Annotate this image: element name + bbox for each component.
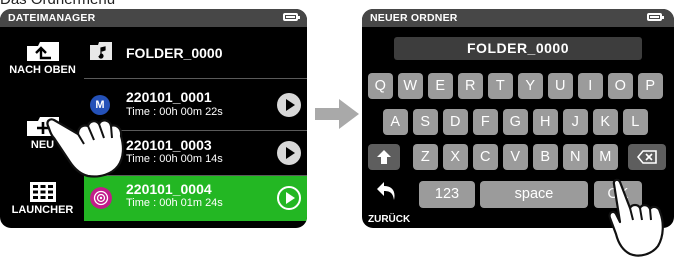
- nach-oben-button[interactable]: NACH OBEN: [5, 40, 80, 76]
- arrow-right-icon: [315, 99, 359, 129]
- key-k[interactable]: K: [593, 109, 618, 135]
- key-d[interactable]: D: [443, 109, 468, 135]
- pointing-hand-icon: [608, 178, 664, 257]
- folder-up-icon: [26, 42, 59, 61]
- folder-name-field[interactable]: FOLDER_0000: [394, 37, 642, 60]
- key-q[interactable]: Q: [368, 73, 393, 99]
- back-arrow-icon: [377, 182, 395, 200]
- key-j[interactable]: J: [563, 109, 588, 135]
- battery-level: [650, 16, 659, 18]
- play-icon[interactable]: [277, 186, 301, 210]
- key-g[interactable]: G: [503, 109, 528, 135]
- screen-title: NEUER ORDNER: [370, 12, 458, 24]
- key-s[interactable]: S: [413, 109, 438, 135]
- key-b[interactable]: B: [533, 144, 558, 170]
- screen-title: DATEIMANAGER: [8, 12, 96, 24]
- space-key[interactable]: space: [480, 181, 588, 208]
- key-y[interactable]: Y: [518, 73, 543, 99]
- key-n[interactable]: N: [563, 144, 588, 170]
- list-item-folder[interactable]: FOLDER_0000: [84, 28, 307, 79]
- key-e[interactable]: E: [428, 73, 453, 99]
- key-l[interactable]: L: [623, 109, 648, 135]
- row-time: Time : 00h 01m 24s: [126, 197, 223, 209]
- backspace-key[interactable]: [628, 144, 666, 170]
- key-m[interactable]: M: [593, 144, 618, 170]
- nach-oben-label: NACH OBEN: [9, 64, 76, 76]
- row-title: 220101_0001: [126, 89, 212, 105]
- pointing-hand-icon: [46, 118, 125, 178]
- key-p[interactable]: P: [638, 73, 663, 99]
- battery-level: [286, 16, 295, 18]
- music-folder-icon: [90, 42, 112, 60]
- grid-icon: [29, 182, 56, 202]
- key-x[interactable]: X: [443, 144, 468, 170]
- play-icon[interactable]: [277, 141, 301, 165]
- key-h[interactable]: H: [533, 109, 558, 135]
- shift-key[interactable]: [368, 144, 400, 170]
- row-title: FOLDER_0000: [126, 45, 223, 61]
- key-o[interactable]: O: [608, 73, 633, 99]
- key-i[interactable]: I: [578, 73, 603, 99]
- key-a[interactable]: A: [383, 109, 408, 135]
- key-t[interactable]: T: [488, 73, 513, 99]
- status-bar: NEUER ORDNER: [362, 9, 674, 27]
- key-c[interactable]: C: [473, 144, 498, 170]
- list-item-file-selected[interactable]: 220101_0004 Time : 00h 01m 24s: [84, 176, 307, 221]
- caption: Das Ordnermenü: [0, 0, 115, 8]
- row-title: 220101_0004: [126, 181, 212, 197]
- battery-icon: [283, 13, 300, 21]
- play-icon[interactable]: [277, 93, 301, 117]
- launcher-label: LAUNCHER: [11, 204, 74, 216]
- shift-arrow-icon: [377, 150, 391, 164]
- key-u[interactable]: U: [548, 73, 573, 99]
- back-button[interactable]: [376, 181, 398, 206]
- battery-icon: [647, 13, 664, 21]
- launcher-button[interactable]: LAUNCHER: [5, 182, 80, 216]
- backspace-icon: [637, 150, 657, 164]
- key-f[interactable]: F: [473, 109, 498, 135]
- ambisonic-badge-icon: [90, 187, 112, 209]
- zurueck-label: ZURÜCK: [368, 214, 411, 225]
- key-z[interactable]: Z: [413, 144, 438, 170]
- key-v[interactable]: V: [503, 144, 528, 170]
- key-w[interactable]: W: [398, 73, 423, 99]
- key-r[interactable]: R: [458, 73, 483, 99]
- numbers-key[interactable]: 123: [419, 181, 475, 208]
- status-bar: DATEIMANAGER: [0, 9, 307, 27]
